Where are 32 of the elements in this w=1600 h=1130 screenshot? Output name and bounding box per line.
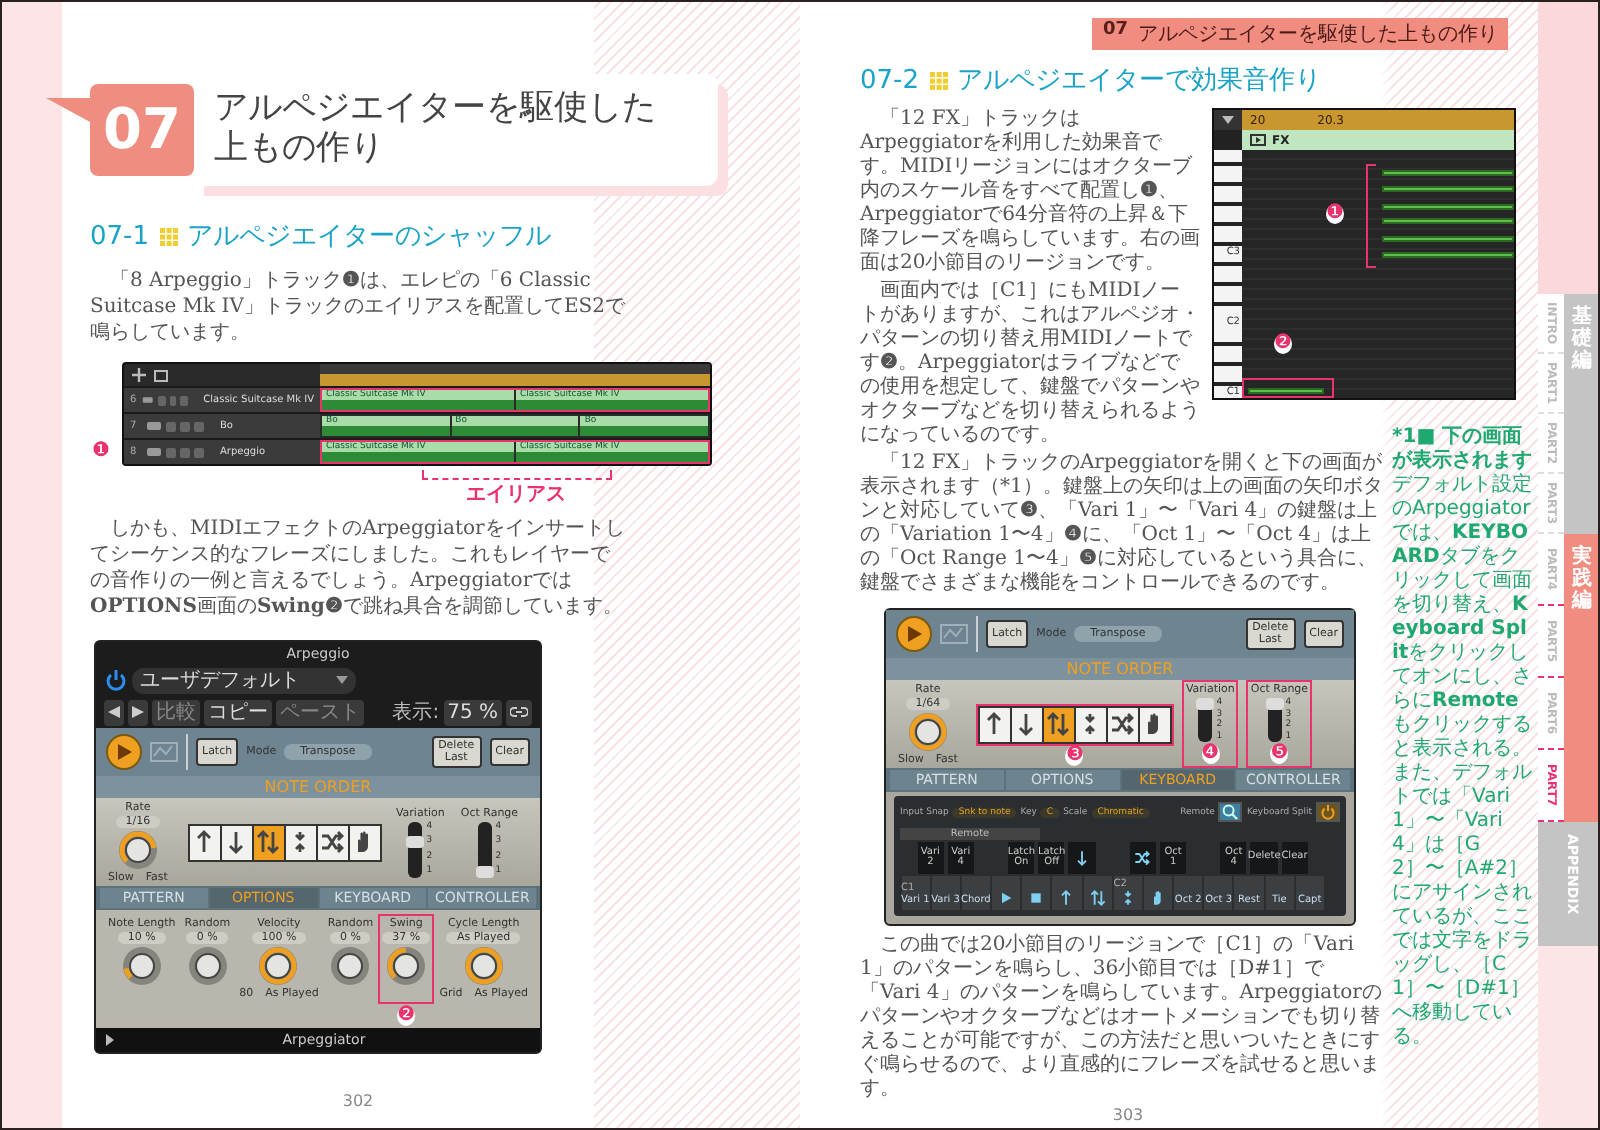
callout-number: ❶ xyxy=(1326,204,1344,224)
chapter-title: アルペジエイターを駆使した 上もの作り xyxy=(214,90,656,170)
running-head-title: アルペジエイターを駆使した上もの作り xyxy=(1138,21,1498,48)
chapter-number: 07 xyxy=(90,84,194,176)
copy-button[interactable]: コピー xyxy=(204,699,272,725)
note-text: デフォルト設定のArpeggiatorでは、KEYBOARDタブをクリックして画面を切り替え、Keyboard Splitをクリックしてオンにし、さらにRemoteもクリックすると表示される。また、デフォルトでは「Vari 1」〜「Vari 4」は［G2］〜［A#2］にアサインされているが、ここでは文字をドラッグし、［C1］〜［D#1］へ移動している。 xyxy=(1392,474,1532,1050)
body-text: 画面内では［C1］にもMIDIノートがありますが、これはアルペジオ・パターンの切り替え用MIDIノートです❷。Arpeggiatorはライブなどでの使用を想定して、鍵盤でパターンやオクターブなどを切り替えられるようになっているのです。 xyxy=(860,280,1200,448)
note-title: *1■ 下の画面が表示されます xyxy=(1392,426,1532,473)
body-text: 「8 Arpeggio」トラック❶は、エレピの「6 Classic Suitcase Mk IV」トラックのエイリアスを配置してES2で鳴らしています。 xyxy=(90,268,626,346)
section-header: NOTE ORDER xyxy=(886,658,1354,680)
alias-label: エイリアス xyxy=(466,482,568,508)
zoom-menu[interactable]: 75 % xyxy=(443,699,502,725)
callout-number: ❷ xyxy=(1274,334,1292,354)
body-text: しかも、MIDIエフェクトのArpeggiatorをインサートしてシーケンス的なフレーズにしました。これもレイヤーでの音作りの一例と言えるでしょう。ArpeggiatorではOPTIONS画面のSwing❷で跳ね具合を調節しています。 xyxy=(90,516,626,620)
callout-number: ❺ xyxy=(1270,744,1289,764)
body-text: この曲では20小節目のリージョンで［C1］の「Vari 1」のパターンを鳴らし、36小節目では［D#1］で「Vari 4」のパターンを鳴らしています。Arpeggiatorのパターンやオクターブなどはオートメーションでも切り替えることが可能ですが、この方法だと思いついたときにすぐ鳴らせるので、より直感的にフレーズを試せると思います。 xyxy=(860,934,1384,1102)
preset-menu[interactable]: ユーザデフォルト xyxy=(132,667,356,693)
callout-number: ❷ xyxy=(397,1006,416,1026)
callout-number: ❹ xyxy=(1201,744,1220,764)
section-number: 07-2 xyxy=(860,65,920,95)
callout-number: ❸ xyxy=(1065,745,1084,765)
chapter-number: 07 xyxy=(1102,20,1128,44)
section-title: アルペジエイターで効果音作り xyxy=(957,64,1322,98)
page-number: 302 xyxy=(340,1092,376,1110)
section-number: 07-1 xyxy=(90,221,150,251)
body-text: 「12 FX」トラックはArpeggiatorを利用した効果音です。MIDIリージョンにはオクターブ内のスケール音をすべて配置し❶、Arpeggiatorで64分音符の上昇＆下降フレーズを鳴らしています。右の画面は20小節目のリージョンです。 xyxy=(860,108,1200,276)
callout-number: ❶ xyxy=(92,442,110,462)
view-label: 表示: xyxy=(392,699,440,726)
page-number: 303 xyxy=(1110,1106,1146,1124)
section-title: アルペジエイターのシャッフル xyxy=(187,220,552,254)
body-text: 「12 FX」トラックのArpeggiatorを開くと下の画面が表示されます（*1）。鍵盤上の矢印は上の画面の矢印ボタンと対応していて❸、「Vari 1」〜「Vari 4」の鍵盤は上の「Variation 1〜4」❹に、「Oct 1」〜「Oct 4」は上の「Oct Range 1〜4」❺に対応しているという具合に、鍵盤でさまざまな機能をコントロールできるのです。 xyxy=(860,452,1384,596)
section-header: NOTE ORDER xyxy=(96,776,540,798)
